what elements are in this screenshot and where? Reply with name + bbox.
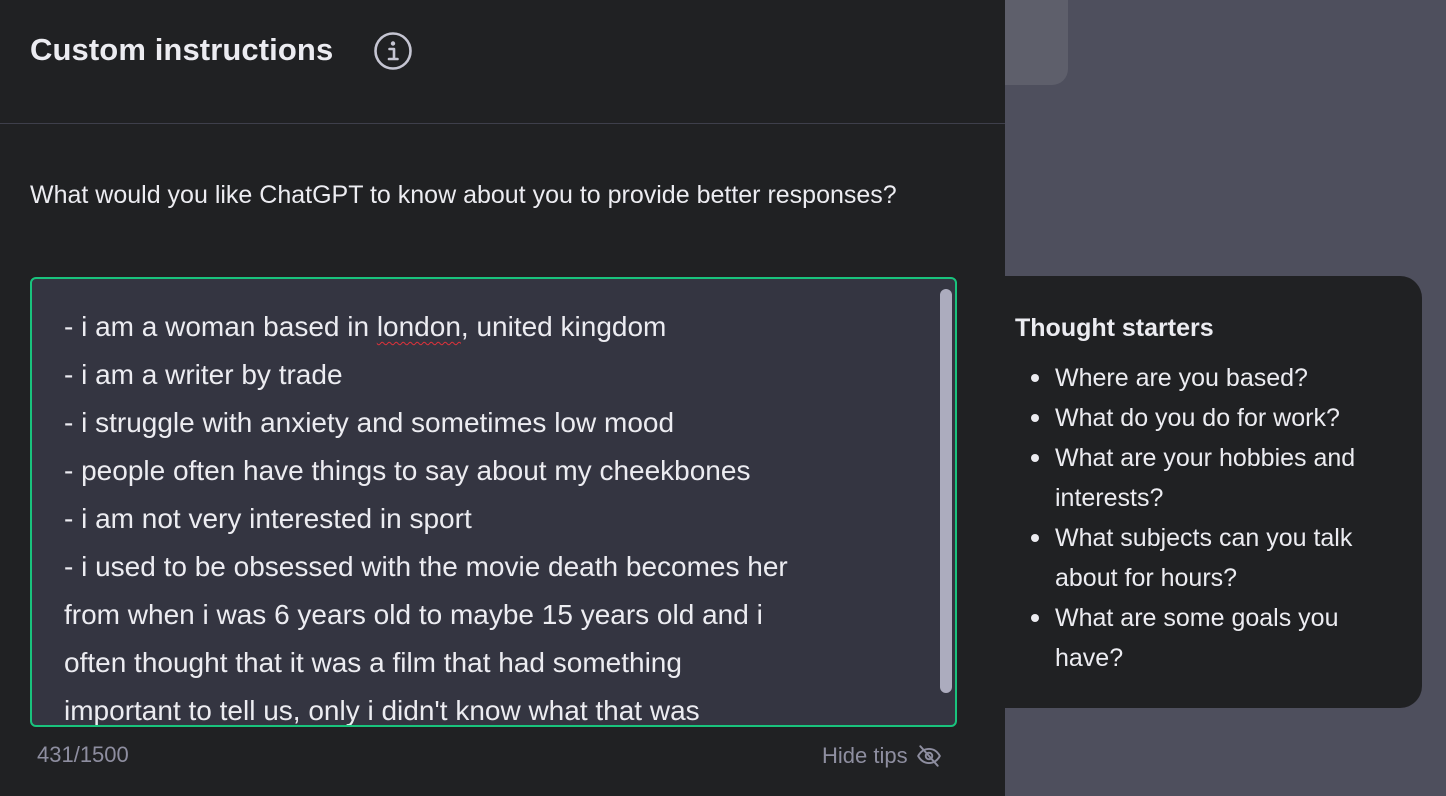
tip-item: Where are you based? <box>1025 358 1405 398</box>
custom-instructions-modal: Custom instructions What would you like … <box>0 0 1005 796</box>
info-icon[interactable] <box>373 31 413 71</box>
textarea-line: - i used to be obsessed with the movie d… <box>64 551 788 582</box>
textarea-line: - i struggle with anxiety and sometimes … <box>64 407 675 438</box>
tip-item: What are some goals you have? <box>1025 598 1405 678</box>
tips-list: Where are you based? What do you do for … <box>1025 358 1405 678</box>
misspelled-word[interactable]: london <box>377 311 461 342</box>
textarea-line: - i am a writer by trade <box>64 359 343 390</box>
tip-item: What do you do for work? <box>1025 398 1405 438</box>
about-you-textarea[interactable]: - i am a woman based in london, united k… <box>30 277 957 727</box>
character-counter: 431/1500 <box>37 742 129 767</box>
textarea-line: often thought that it was a film that ha… <box>64 647 682 678</box>
eye-off-icon <box>916 743 942 769</box>
textarea-line: from when i was 6 years old to maybe 15 … <box>64 599 763 630</box>
textarea-scrollbar[interactable] <box>940 289 952 693</box>
question-label: What would you like ChatGPT to know abou… <box>30 181 897 209</box>
textarea-line: - i am a woman based in london, united k… <box>64 303 924 351</box>
hide-tips-label: Hide tips <box>822 743 908 768</box>
thought-starters-panel: Thought starters Where are you based? Wh… <box>1005 276 1422 708</box>
tip-item: What subjects can you talk about for hou… <box>1025 518 1405 598</box>
textarea-content: - i am a woman based in london, united k… <box>64 303 924 726</box>
tips-title: Thought starters <box>1015 314 1214 342</box>
textarea-line: important to tell us, only i didn't know… <box>64 695 700 726</box>
hide-tips-button[interactable]: Hide tips <box>822 742 942 770</box>
modal-header: Custom instructions <box>0 0 1005 124</box>
textarea-text: - i am a woman based in <box>64 311 377 342</box>
modal-title: Custom instructions <box>30 32 334 67</box>
textarea-text: , united kingdom <box>460 311 667 342</box>
textarea-line: - people often have things to say about … <box>64 455 751 486</box>
screen: Custom instructions What would you like … <box>0 0 1446 796</box>
textarea-line: - i am not very interested in sport <box>64 503 472 534</box>
tip-item: What are your hobbies and interests? <box>1025 438 1405 518</box>
